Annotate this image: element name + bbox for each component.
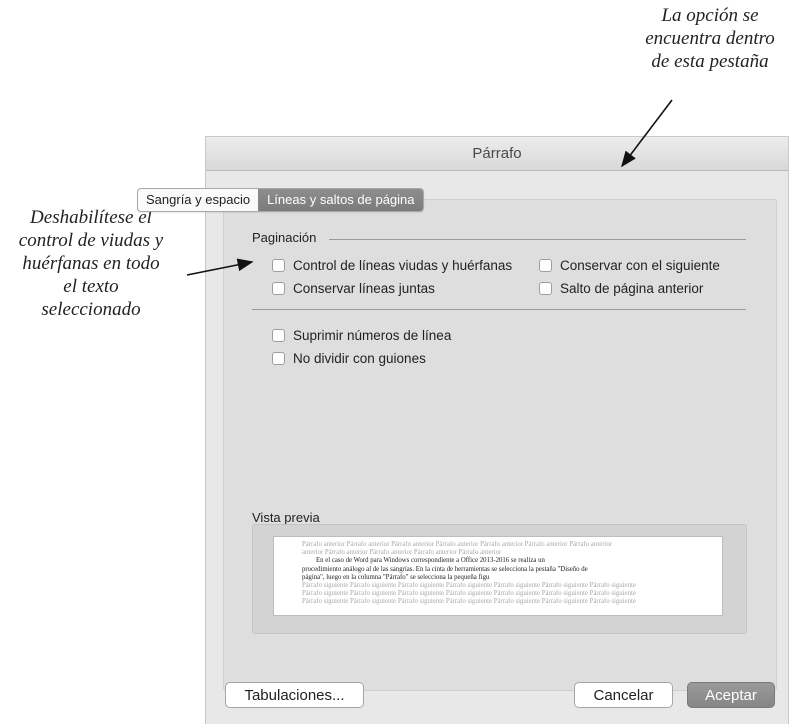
tab-indents-spacing[interactable]: Sangría y espacio <box>138 189 258 211</box>
arrow-to-tab <box>621 99 673 168</box>
annotation-arrows <box>186 99 673 276</box>
tab-lines-page-breaks[interactable]: Líneas y saltos de página <box>258 189 423 211</box>
arrow-to-widow-checkbox <box>186 258 254 276</box>
tab-bar: Sangría y espacio Líneas y saltos de pág… <box>137 188 424 212</box>
